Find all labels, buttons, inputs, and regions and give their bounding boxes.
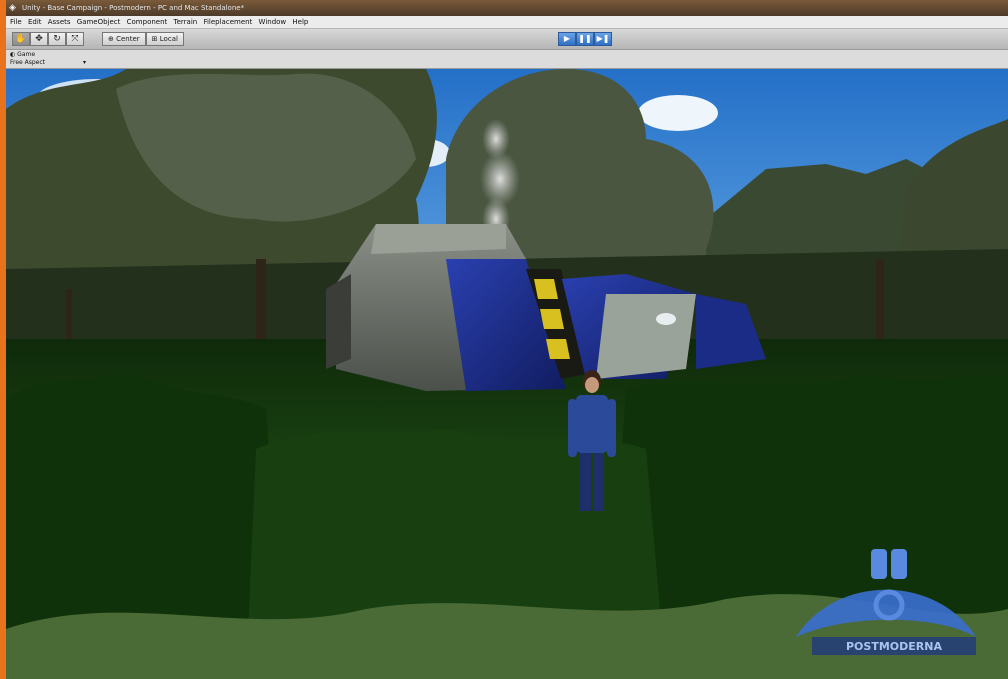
unity-logo-icon: ◈ [9,3,16,13]
pivot-center-button[interactable]: ⊕ Center [102,32,146,46]
move-tool-button[interactable]: ✥ [30,32,48,46]
menu-help[interactable]: Help [292,16,308,28]
game-tab-label: Game [17,51,36,58]
game-panel-header: ◐ Game Free Aspect ▾ [6,50,1008,69]
rotate-tool-button[interactable]: ↻ [48,32,66,46]
menu-window[interactable]: Window [259,16,287,28]
menu-edit[interactable]: Edit [28,16,42,28]
window-title: Unity - Base Campaign - Postmodern - PC … [22,4,245,12]
watermark-text: POSTMODERNA [846,640,942,653]
aspect-dropdown-value: Free Aspect [10,59,46,66]
chevron-down-icon: ▾ [82,59,86,66]
aspect-dropdown[interactable]: Free Aspect ▾ [10,59,86,67]
menu-bar: File Edit Assets GameObject Component Te… [6,16,1008,29]
pivot-local-label: Local [159,35,178,43]
play-controls: ▶ ❚❚ ▶❚ [558,32,612,46]
local-space-icon: ⊞ [151,35,158,43]
pause-button[interactable]: ❚❚ [576,32,594,46]
pivot-center-label: Center [116,35,140,43]
menu-fileplacement[interactable]: Fileplacement [203,16,252,28]
pivot-local-button[interactable]: ⊞ Local [145,32,184,46]
cloud [638,95,718,131]
menu-file[interactable]: File [10,16,22,28]
tree-trunk [876,259,884,349]
game-tab-icon: ◐ [10,51,16,58]
unity-editor-window: ◈ Unity - Base Campaign - Postmodern - P… [6,0,1008,679]
hand-tool-button[interactable]: ✋ [12,32,30,46]
pivot-controls: ⊕ Center ⊞ Local [102,32,184,46]
menu-terrain[interactable]: Terrain [174,16,198,28]
game-viewport[interactable]: POSTMODERNA [6,69,1008,679]
menu-assets[interactable]: Assets [48,16,71,28]
game-scene: POSTMODERNA [6,69,1008,679]
transform-tools: ✋ ✥ ↻ ⤧ [12,32,84,46]
menu-component[interactable]: Component [127,16,168,28]
scale-tool-button[interactable]: ⤧ [66,32,84,46]
game-tab[interactable]: ◐ Game [10,51,35,59]
title-bar: ◈ Unity - Base Campaign - Postmodern - P… [6,0,1008,16]
toolbar: ✋ ✥ ↻ ⤧ ⊕ Center ⊞ Local ▶ ❚❚ ▶❚ [6,29,1008,50]
step-button[interactable]: ▶❚ [594,32,612,46]
pivot-icon: ⊕ [108,35,114,43]
play-button[interactable]: ▶ [558,32,576,46]
tree-trunk [256,259,266,349]
menu-gameobject[interactable]: GameObject [77,16,121,28]
